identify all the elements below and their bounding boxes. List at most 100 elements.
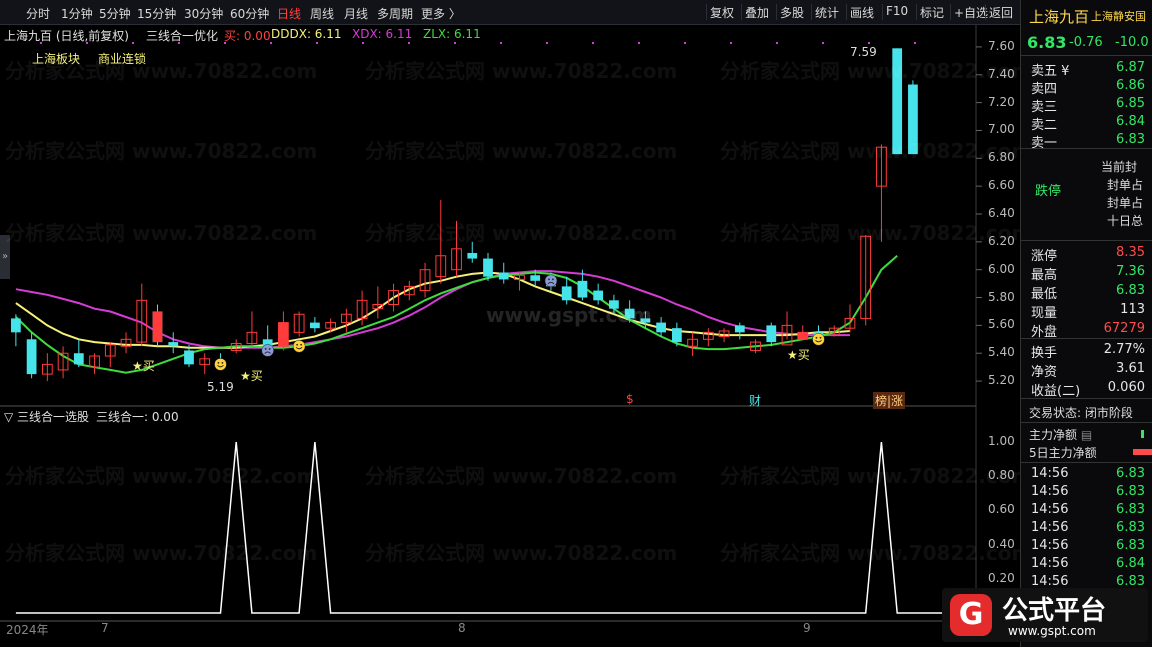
stat2-row: 换手 2.77% [1031,342,1151,361]
stat-value: 7.36 [1116,264,1145,279]
flow-table-icon[interactable]: ▤ [1081,428,1092,442]
stats-button[interactable]: 统计 [811,4,842,20]
adjust-button[interactable]: 复权 [706,4,737,20]
watermark: 分析家公式网 www.70822.com [5,541,318,565]
candle-body-solid [278,322,289,347]
period-5min[interactable]: 5分钟 [99,5,131,22]
period-fenshi[interactable]: 分时 [26,5,50,22]
brand-g-icon: G [950,594,992,636]
signal-dot [592,42,594,44]
limit-status: 跌停 [1035,184,1062,199]
mark-button[interactable]: 标记 [916,4,947,20]
price-change-pct: -10.0 [1115,35,1149,50]
time-axis-sep: 9 [803,621,811,635]
ask-price: 6.87 [1116,60,1145,75]
tick-time: 14:56 [1031,556,1069,571]
watermark: 分析家公式网 www.70822.com [720,464,1033,488]
candle-body-down [467,252,478,259]
indicator-buy: 买: 0.00 [224,29,271,43]
signal-dot [454,42,456,44]
period-daily[interactable]: 日线 [277,5,301,22]
chart-area[interactable]: 上海九百 (日线,前复权) 三线合一优化 买: 0.00 DDDX: 6.11 … [0,25,1032,647]
ask-row[interactable]: 卖五 ¥ 6.87 [1031,60,1151,79]
event-finance[interactable]: 财 [749,392,761,409]
stat2-label: 换手 [1031,346,1058,361]
watermark: 分析家公式网 www.70822.com [720,541,1033,565]
watermark: 分析家公式网 www.70822.com [5,139,318,163]
signal-dot [500,42,502,44]
watermark: 分析家公式网 www.70822.com [720,59,1033,83]
period-more[interactable]: 更多 〉 [421,5,461,22]
quote-panel: 上海九百 上海静安国 6.83 -0.76 -10.0 卖五 ¥ 6.87 卖四 6.… [1020,0,1152,647]
stat2-value: 2.77% [1103,342,1145,357]
period-15min[interactable]: 15分钟 [137,5,176,22]
draw-button[interactable]: 画线 [846,4,877,20]
stat2-label: 收益(二) [1031,384,1081,399]
ask-row[interactable]: 卖三 6.85 [1031,96,1151,115]
stock-title: 上海九百 (日线,前复权) [4,29,129,43]
stat-value: 113 [1120,302,1145,317]
signal-dot [132,42,134,44]
tick-row: 14:56 6.83 [1031,538,1151,556]
ask-row[interactable]: 卖四 6.86 [1031,78,1151,97]
stat-row: 外盘 67279 [1031,321,1151,340]
sub-indicator-name[interactable]: ▽ 三线合一选股 [4,408,89,425]
multi-stock-button[interactable]: 多股 [776,4,807,20]
stat-label: 涨停 [1031,249,1058,264]
time-axis-aug: 8 [458,621,466,635]
indicator-name[interactable]: 三线合一优化 [146,27,218,44]
candle-body-down [577,280,588,298]
buy-signal-2: ★买 [240,369,263,383]
stat-row: 最低 6.83 [1031,283,1151,302]
period-60min[interactable]: 60分钟 [230,5,269,22]
price-change: -0.76 [1069,35,1103,50]
overlay-button[interactable]: 叠加 [741,4,772,20]
limit-note-1: 当前封 [1101,160,1138,174]
time-axis-year: 2024年 [6,623,49,637]
back-button[interactable]: 返回 [985,4,1016,20]
smile-icon [292,340,306,353]
tick-time: 14:56 [1031,484,1069,499]
ask-price: 6.86 [1116,78,1145,93]
signal-dot [546,42,548,44]
tick-time: 14:56 [1031,520,1069,535]
signal-dot [684,42,686,44]
candle-body-down [530,275,541,281]
ask-row[interactable]: 卖二 6.84 [1031,114,1151,133]
period-monthly[interactable]: 月线 [344,5,368,22]
tick-price: 6.83 [1116,484,1145,499]
event-ranking[interactable]: 榜|涨 [873,392,906,409]
period-30min[interactable]: 30分钟 [184,5,223,22]
ask-label: 卖二 [1031,118,1058,133]
indicator-xdx: XDX: 6.11 [352,27,413,41]
stat-row: 最高 7.36 [1031,264,1151,283]
candle-body-down [656,322,666,333]
main-flow-bar [1141,430,1144,438]
tick-price: 6.83 [1116,574,1145,589]
period-1min[interactable]: 1分钟 [61,5,93,22]
tick-row: 14:56 6.83 [1031,520,1151,538]
limit-note-4: 十日总 [1107,214,1144,228]
candles [10,48,918,382]
tick-row: 14:56 6.83 [1031,484,1151,502]
candle-body-down [10,318,21,333]
sad-icon [261,344,274,357]
candle-body-solid [152,311,163,343]
candle-body-down [561,286,572,301]
candle-body-down [483,258,493,277]
f10-button[interactable]: F10 [882,4,911,20]
candle-body-down [73,353,84,365]
stat2-value: 0.060 [1107,380,1145,395]
stat2-label: 净资 [1031,365,1058,380]
stat-row: 现量 113 [1031,302,1151,321]
watermark: 分析家公式网 www.70822.com [5,221,318,245]
stat-label: 最低 [1031,287,1058,302]
watermark: 分析家公式网 www.70822.com [365,541,678,565]
tick-price: 6.83 [1116,502,1145,517]
period-weekly[interactable]: 周线 [310,5,334,22]
event-dividend[interactable]: $ [626,392,634,406]
candle-body-solid [797,332,808,340]
candle-body-down [168,342,179,347]
period-multi[interactable]: 多周期 [377,5,413,22]
watermark: 分析家公式网 www.70822.com [365,59,678,83]
